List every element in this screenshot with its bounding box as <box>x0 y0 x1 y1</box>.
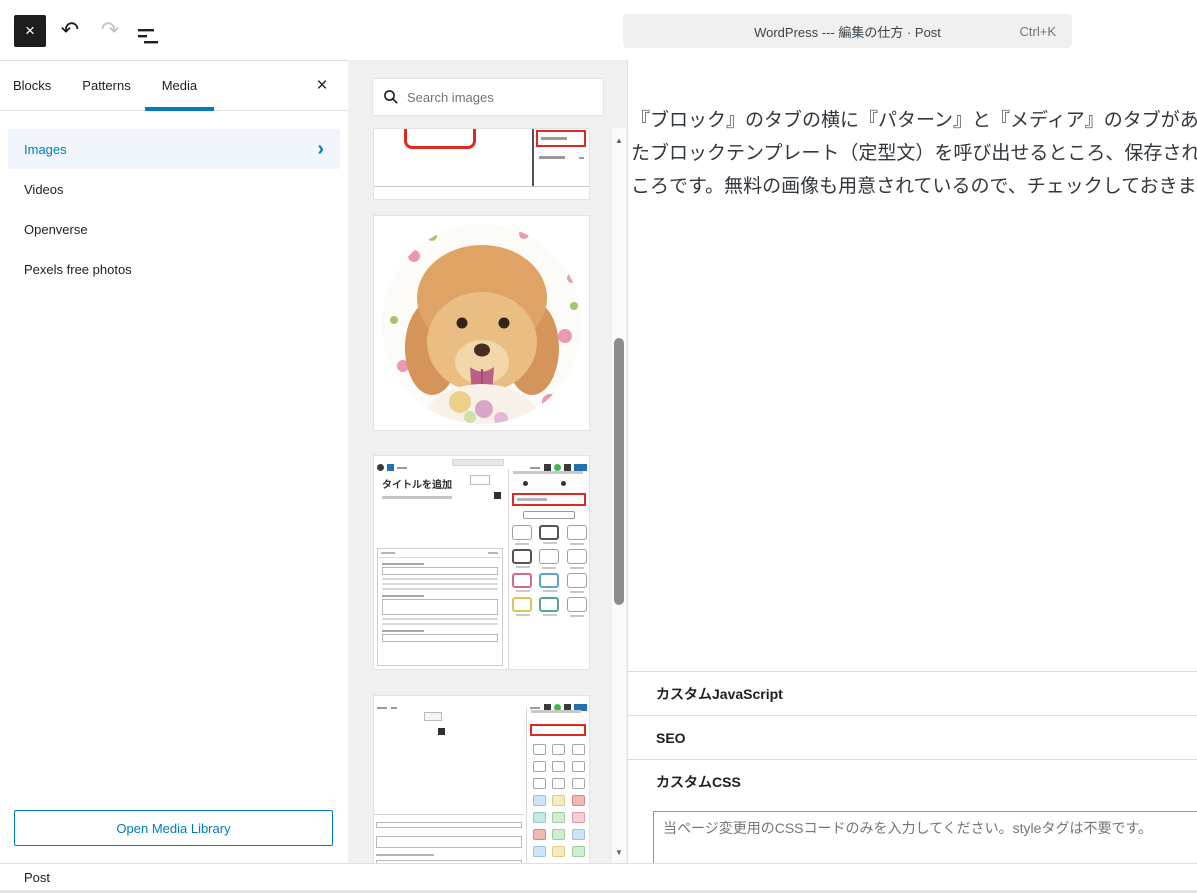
command-palette-shortcut: Ctrl+K <box>1019 23 1056 39</box>
red-highlight-box <box>530 724 586 736</box>
mini-toolbar <box>374 456 589 472</box>
scroll-up-arrow[interactable]: ▲ <box>612 136 626 145</box>
panel-custom-css[interactable]: カスタムCSS <box>628 759 1197 803</box>
editor-footer: Post <box>0 863 1197 893</box>
mini-input <box>376 836 522 848</box>
mini-block-square <box>438 728 445 735</box>
list-view-icon <box>138 29 158 44</box>
tab-media[interactable]: Media <box>144 61 215 111</box>
document-title: WordPress --- 編集の仕方 · Post <box>754 24 941 40</box>
poodle-image <box>382 224 582 424</box>
category-label: Pexels free photos <box>24 261 132 277</box>
media-panel-scrollbar[interactable]: ▲ ▼ <box>612 128 626 863</box>
media-thumbnail-editor-screenshot-2[interactable] <box>373 695 590 863</box>
mini-badge <box>470 475 490 485</box>
category-label: Openverse <box>24 221 88 237</box>
mini-sidebar <box>534 129 589 187</box>
chevron-right-icon: › <box>317 138 324 160</box>
divider <box>374 814 524 815</box>
close-inserter-button[interactable]: × <box>306 70 338 102</box>
wordpress-editor: × ↶ ↷ WordPress --- 編集の仕方 · Post Ctrl+K … <box>0 0 1197 893</box>
media-thumbnail-grid: タイトルを追加 <box>373 128 590 863</box>
divider <box>374 186 589 187</box>
red-highlight-box <box>512 493 586 506</box>
redo-button[interactable]: ↷ <box>94 14 126 46</box>
media-thumbnail-poodle-photo[interactable] <box>373 215 590 431</box>
search-images-input[interactable] <box>407 89 593 105</box>
mini-input <box>376 822 522 828</box>
paragraph-line: ころです。無料の画像も用意されているので、チェックしておきましょ <box>631 176 1197 197</box>
mini-border-options <box>512 525 589 617</box>
red-highlight-box <box>536 130 586 147</box>
media-thumbnail-editor-screenshot[interactable]: タイトルを追加 <box>373 455 590 670</box>
mini-block-icons <box>533 744 587 857</box>
scroll-down-arrow[interactable]: ▼ <box>612 848 626 857</box>
media-category-openverse[interactable]: Openverse <box>8 209 340 249</box>
editor-topbar: × ↶ ↷ WordPress --- 編集の仕方 · Post Ctrl+K <box>0 0 1197 60</box>
category-label: Videos <box>24 181 64 197</box>
breadcrumb[interactable]: Post <box>24 870 50 885</box>
mini-settings-sidebar <box>526 708 589 863</box>
post-paragraph[interactable]: 『ブロック』のタブの横に『パターン』と『メディア』のタブがありま たブロックテン… <box>628 60 1197 203</box>
paragraph-line: 『ブロック』のタブの横に『パターン』と『メディア』のタブがありま <box>631 110 1197 131</box>
mini-editor-title: タイトルを追加 <box>382 480 452 491</box>
mini-inserter-square <box>494 492 501 499</box>
mini-placeholder-text <box>382 496 452 499</box>
media-category-pexels[interactable]: Pexels free photos <box>8 249 340 289</box>
search-icon <box>384 90 398 104</box>
scrollbar-thumb[interactable] <box>614 338 624 605</box>
undo-button[interactable]: ↶ <box>54 14 86 46</box>
category-label: Images <box>24 141 67 157</box>
red-highlight-box <box>404 129 476 149</box>
media-category-list: Images › Videos Openverse Pexels free ph… <box>0 111 348 289</box>
mini-row <box>536 151 586 165</box>
open-media-library-button[interactable]: Open Media Library <box>14 810 333 846</box>
command-palette-button[interactable]: WordPress --- 編集の仕方 · Post Ctrl+K <box>623 14 1072 48</box>
editor-canvas: 『ブロック』のタブの横に『パターン』と『メディア』のタブがありま たブロックテン… <box>627 60 1197 863</box>
search-box <box>372 78 604 116</box>
media-category-images[interactable]: Images › <box>8 129 340 169</box>
redo-icon: ↷ <box>100 17 120 42</box>
close-icon: × <box>316 75 328 96</box>
undo-icon: ↶ <box>60 17 80 42</box>
tab-blocks[interactable]: Blocks <box>13 61 51 111</box>
close-editor-button[interactable]: × <box>14 15 46 47</box>
media-category-videos[interactable]: Videos <box>8 169 340 209</box>
paragraph-line: たブロックテンプレート（定型文）を呼び出せるところ、保存された画 <box>631 143 1197 164</box>
post-meta-panels: カスタムJavaScript SEO カスタムCSS <box>628 671 1197 863</box>
mini-toolbar <box>374 696 589 712</box>
mini-settings-sidebar <box>508 469 589 669</box>
custom-css-textarea[interactable] <box>653 811 1197 863</box>
document-overview-button[interactable] <box>132 14 164 46</box>
mini-label <box>376 854 434 856</box>
tab-patterns[interactable]: Patterns <box>82 61 130 111</box>
block-inserter-panel: Blocks Patterns Media × Images › Videos … <box>0 60 348 863</box>
close-icon: × <box>25 21 35 40</box>
media-results-panel: タイトルを追加 <box>348 60 627 863</box>
inserter-tabs: Blocks Patterns Media × <box>0 61 348 111</box>
media-thumbnail-screenshot-partial[interactable] <box>373 128 590 200</box>
panel-custom-javascript[interactable]: カスタムJavaScript <box>628 671 1197 715</box>
mini-meta-box <box>377 548 503 666</box>
mini-button <box>424 712 442 721</box>
panel-seo[interactable]: SEO <box>628 715 1197 759</box>
